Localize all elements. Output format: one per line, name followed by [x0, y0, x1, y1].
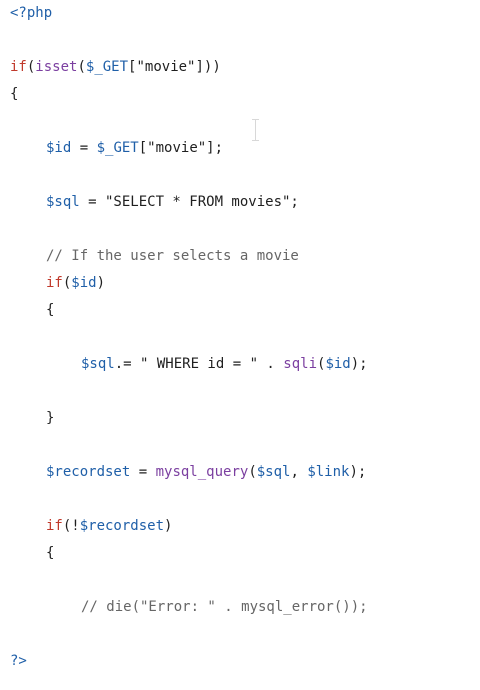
variable-recordset: $recordset — [46, 464, 131, 480]
variable-link: $link — [307, 464, 350, 480]
code-line-sql-assign: $sql = "SELECT * FROM movies"; — [46, 192, 299, 212]
function-mysql-query: mysql_query — [155, 464, 249, 480]
code-viewer[interactable]: <?php if(isset($_GET["movie"])) { $id = … — [0, 0, 480, 690]
php-close-tag: ?> — [10, 653, 27, 669]
code-line-brace-open: { — [10, 86, 19, 102]
variable-recordset: $recordset — [79, 518, 165, 534]
comment-die-line: // die("Error: " . mysql_error()); — [81, 599, 368, 615]
keyword-if: if — [46, 518, 63, 534]
paren: ) — [164, 518, 173, 534]
assign-op: = — [130, 464, 156, 480]
code-line-brace-open-inner: { — [46, 302, 55, 318]
where-clause: .= " WHERE id = " . — [114, 356, 284, 372]
paren-not: (! — [62, 518, 80, 534]
code-line-brace-open-error: { — [46, 545, 55, 561]
paren: ( — [77, 59, 86, 75]
text-cursor-icon — [252, 118, 260, 142]
paren: ) — [96, 275, 106, 291]
paren: ( — [248, 464, 257, 480]
variable-sql: $sql — [81, 356, 115, 372]
variable-sql: $sql — [256, 464, 291, 480]
comma: , — [290, 464, 308, 480]
index-movie: ["movie"])) — [128, 59, 221, 75]
comment-line: // If the user selects a movie — [46, 248, 299, 264]
code-line-if-not-recordset: if(!$recordset) — [46, 516, 172, 536]
keyword-if: if — [10, 59, 27, 75]
assign-op: = — [71, 140, 97, 156]
code-line-sql-concat: $sql.= " WHERE id = " . sqli($id); — [81, 354, 368, 374]
variable-get: $_GET — [96, 140, 139, 156]
sql-string: = "SELECT * FROM movies"; — [79, 194, 299, 210]
variable-id: $id — [71, 275, 97, 291]
keyword-if: if — [46, 275, 63, 291]
variable-id: $id — [46, 140, 72, 156]
function-isset: isset — [35, 59, 78, 75]
index-movie: ["movie"]; — [138, 140, 224, 156]
variable-get: $_GET — [85, 59, 129, 75]
variable-id: $id — [325, 356, 351, 372]
paren-close: ); — [350, 356, 368, 372]
code-line-id-assign: $id = $_GET["movie"]; — [46, 138, 223, 158]
code-line-brace-close-inner: } — [46, 410, 55, 426]
php-open-tag: <?php — [10, 5, 53, 21]
paren-close: ); — [349, 464, 367, 480]
code-line-recordset: $recordset = mysql_query($sql, $link); — [46, 462, 366, 482]
variable-sql: $sql — [46, 194, 80, 210]
code-line-if-id: if($id) — [46, 273, 105, 293]
code-line-if-isset: if(isset($_GET["movie"])) — [10, 57, 221, 77]
function-sqli: sqli — [283, 356, 318, 372]
